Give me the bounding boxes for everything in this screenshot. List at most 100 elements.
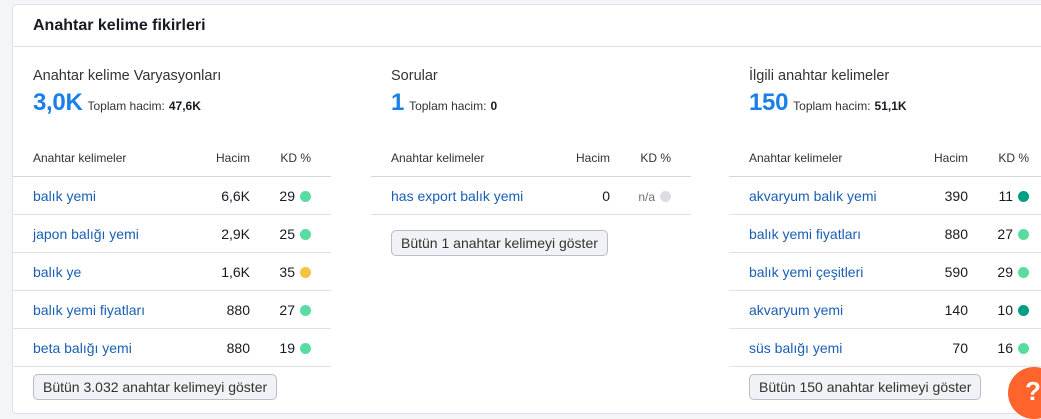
header-keyword: Anahtar kelimeler [13,139,179,177]
variations-title: Anahtar kelime Varyasyonları [33,68,222,84]
related-section: İlgili anahtar kelimeler 150 Toplam haci… [729,67,1041,400]
table-row: japon balığı yemi 2,9K 25 [13,214,331,253]
volume-value: 6,6K [179,176,260,215]
related-title: İlgili anahtar kelimeler [749,68,890,84]
volume-value: 880 [179,290,260,329]
volume-value: 590 [897,252,978,291]
header-kd: KD % [260,139,331,177]
header-volume: Hacim [179,139,260,177]
volume-value: 70 [897,328,978,367]
table-row: balık yemi çeşitleri 590 29 [729,252,1041,291]
keyword-link[interactable]: balık yemi çeşitleri [729,252,897,291]
kd-value: 19 [279,340,295,357]
questions-title: Sorular [391,68,438,84]
volume-value: 1,6K [179,252,260,291]
keyword-link[interactable]: süs balığı yemi [729,328,897,367]
keyword-link[interactable]: balık ye [13,252,179,291]
total-volume-value: 51,1K [874,99,907,113]
questions-summary: 1 Toplam hacim: 0 [371,89,691,117]
kd-value: 11 [998,188,1013,205]
kd-value: 10 [997,302,1013,319]
header-volume: Hacim [539,139,620,177]
header-kd: KD % [978,139,1041,177]
volume-value: 0 [539,176,620,215]
kd-dot-icon [1018,342,1029,354]
table-header-row: Anahtar kelimeler Hacim KD % [13,139,331,177]
keyword-link[interactable]: akvaryum balık yemi [729,176,897,215]
kd-value: 29 [997,264,1013,281]
keyword-link[interactable]: balık yemi fiyatları [13,290,179,329]
kd-dot-icon [300,266,311,278]
table-row: balık yemi fiyatları 880 27 [13,290,331,329]
table-row: süs balığı yemi 70 16 [729,328,1041,367]
keyword-link[interactable]: akvaryum yemi [729,290,897,329]
keyword-ideas-card: Anahtar kelime fikirleri Anahtar kelime … [12,4,1041,414]
show-all-questions-button[interactable]: Bütün 1 anahtar kelimeyi göster [391,230,608,256]
related-table: Anahtar kelimeler Hacim KD % akvaryum ba… [729,139,1041,367]
header-kd: KD % [620,139,691,177]
kd-cell: 10 [978,290,1041,329]
keyword-link[interactable]: japon balığı yemi [13,214,179,253]
table-row: akvaryum yemi 140 10 [729,290,1041,329]
header-keyword: Anahtar kelimeler [371,139,539,177]
keyword-link[interactable]: balık yemi fiyatları [729,214,897,253]
kd-cell: 16 [978,328,1041,367]
kd-cell: 35 [260,252,331,291]
questions-table: Anahtar kelimeler Hacim KD % has export … [371,139,691,215]
table-row: beta balığı yemi 880 19 [13,328,331,367]
kd-value: 25 [279,226,295,243]
table-header-row: Anahtar kelimeler Hacim KD % [371,139,691,177]
kd-value: 29 [279,188,295,205]
variations-table: Anahtar kelimeler Hacim KD % balık yemi … [13,139,331,367]
keyword-link[interactable]: beta balığı yemi [13,328,179,367]
variations-count[interactable]: 3,0K [33,89,83,117]
keyword-link[interactable]: has export balık yemi [371,176,539,215]
header-keyword: Anahtar kelimeler [729,139,897,177]
kd-dot-icon [660,191,671,203]
kd-cell: 29 [260,176,331,215]
kd-cell: 25 [260,214,331,253]
kd-dot-icon [300,342,311,354]
related-count[interactable]: 150 [749,89,788,117]
table-row: balık yemi 6,6K 29 [13,176,331,215]
questions-section: Sorular 1 Toplam hacim: 0 Anahtar kelime… [371,67,691,256]
table-header-row: Anahtar kelimeler Hacim KD % [729,139,1041,177]
table-row: akvaryum balık yemi 390 11 [729,176,1041,215]
card-header: Anahtar kelime fikirleri [13,5,1041,47]
question-icon: ? [1025,376,1041,406]
volume-value: 2,9K [179,214,260,253]
kd-cell: 27 [978,214,1041,253]
kd-dot-icon [1018,228,1029,240]
kd-cell: 27 [260,290,331,329]
show-all-variations-button[interactable]: Bütün 3.032 anahtar kelimeyi göster [33,374,278,400]
kd-value: 27 [997,226,1013,243]
total-volume-label: Toplam hacim: [87,99,165,113]
kd-dot-icon [300,304,311,316]
total-volume-value: 0 [490,99,498,113]
keyword-link[interactable]: balık yemi [13,176,179,215]
kd-cell: 11 [978,176,1041,215]
kd-cell: 29 [978,252,1041,291]
card-title: Anahtar kelime fikirleri [33,16,206,34]
kd-dot-icon [300,190,311,202]
kd-cell: n/a [620,176,691,215]
volume-value: 140 [897,290,978,329]
kd-dot-icon [300,228,311,240]
kd-dot-icon [1018,190,1029,202]
volume-value: 880 [179,328,260,367]
table-row: balık yemi fiyatları 880 27 [729,214,1041,253]
header-volume: Hacim [897,139,978,177]
kd-value: 35 [279,264,295,281]
kd-cell: 19 [260,328,331,367]
show-all-related-button[interactable]: Bütün 150 anahtar kelimeyi göster [749,374,982,400]
variations-section: Anahtar kelime Varyasyonları 3,0K Toplam… [13,67,331,400]
total-volume-label: Toplam hacim: [793,99,871,113]
kd-dot-icon [1018,304,1029,316]
table-row: balık ye 1,6K 35 [13,252,331,291]
variations-summary: 3,0K Toplam hacim: 47,6K [13,89,331,117]
total-volume-value: 47,6K [168,99,201,113]
kd-value: 16 [997,340,1013,357]
volume-value: 880 [897,214,978,253]
questions-count[interactable]: 1 [391,89,404,117]
volume-value: 390 [897,176,978,215]
